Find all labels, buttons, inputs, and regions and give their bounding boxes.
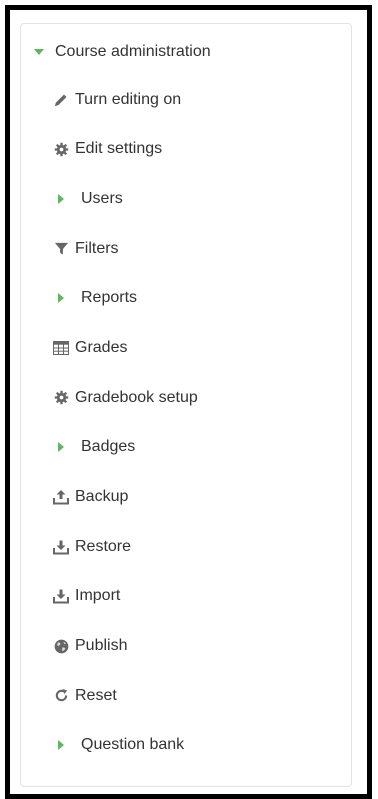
menu-item-label: Turn editing on <box>75 90 182 108</box>
menu-item-badges[interactable]: Badges <box>52 435 198 460</box>
gear-icon <box>52 390 70 406</box>
expand-caret-icon <box>52 191 70 207</box>
table-icon <box>52 340 70 356</box>
pencil-icon <box>52 92 70 108</box>
menu-item-label: Grades <box>75 338 128 356</box>
course-administration-title: Course administration <box>55 43 211 60</box>
menu-item-label: Filters <box>75 239 119 257</box>
menu-item-label: Question bank <box>81 736 185 754</box>
menu-item-publish[interactable]: Publish <box>52 634 198 659</box>
refresh-icon <box>52 688 70 704</box>
menu-item-label: Reset <box>75 686 117 704</box>
menu-item-label: Backup <box>75 488 129 505</box>
download-icon <box>52 588 70 604</box>
menu-item-edit-settings[interactable]: Edit settings <box>52 137 198 162</box>
gear-icon <box>52 141 70 157</box>
menu-item-gradebook-setup[interactable]: Gradebook setup <box>52 385 198 410</box>
menu-item-backup[interactable]: Backup <box>52 485 198 510</box>
globe-icon <box>52 638 70 654</box>
menu-item-reports[interactable]: Reports <box>52 286 198 311</box>
expand-caret-icon <box>52 737 70 753</box>
filter-icon <box>52 241 70 257</box>
menu-item-restore[interactable]: Restore <box>52 534 198 559</box>
upload-icon <box>52 489 70 505</box>
menu-item-question-bank[interactable]: Question bank <box>52 733 198 758</box>
expand-caret-icon <box>52 439 70 455</box>
menu-item-label: Reports <box>81 289 138 307</box>
menu-item-grades[interactable]: Grades <box>52 335 198 360</box>
menu-item-label: Badges <box>81 438 136 456</box>
menu-item-import[interactable]: Import <box>52 584 198 609</box>
menu-item-reset[interactable]: Reset <box>52 683 198 708</box>
menu-item-label: Restore <box>75 537 132 555</box>
download-icon <box>52 539 70 555</box>
menu-item-turn-editing-on[interactable]: Turn editing on <box>52 87 198 112</box>
menu-item-filters[interactable]: Filters <box>52 236 198 261</box>
menu-item-label: Users <box>81 189 123 207</box>
menu-item-label: Publish <box>75 637 128 655</box>
expand-caret-icon <box>52 290 70 306</box>
course-administration-header[interactable]: Course administration <box>30 39 211 65</box>
menu-item-users[interactable]: Users <box>52 186 198 211</box>
menu-item-label: Import <box>75 587 121 605</box>
collapse-caret-icon <box>34 49 44 55</box>
menu-item-label: Edit settings <box>75 140 163 158</box>
course-administration-menu: Turn editing on Edit settings Users Filt… <box>52 87 198 783</box>
menu-item-label: Gradebook setup <box>75 388 198 406</box>
